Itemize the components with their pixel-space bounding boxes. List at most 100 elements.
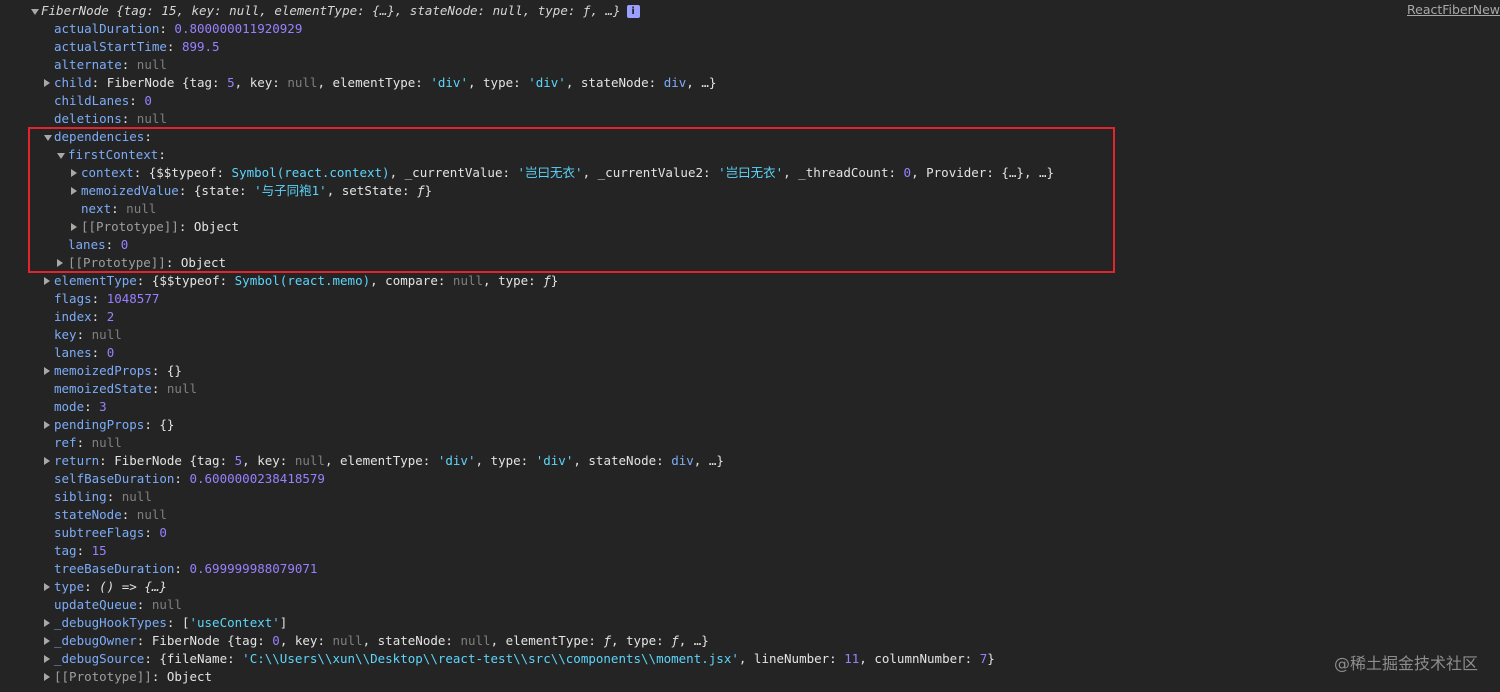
tree-row[interactable]: return: FiberNode {tag: 5, key: null, el… (0, 452, 1500, 470)
property-value: {} (159, 417, 175, 432)
row-content: actualDuration: 0.800000011920929 (54, 20, 302, 38)
tree-row[interactable]: [[Prototype]]: Object (0, 668, 1500, 686)
property-value: FiberNode {tag: (114, 453, 235, 468)
property-value: null (332, 633, 363, 648)
property-value: {$$typeof: (148, 165, 232, 180)
collapse-triangle-icon[interactable] (44, 135, 52, 141)
property-value: : (144, 417, 160, 432)
collapse-triangle-icon[interactable] (57, 153, 65, 159)
expand-triangle-icon[interactable] (44, 673, 50, 681)
expand-triangle-icon[interactable] (44, 457, 50, 465)
tree-row[interactable]: _debugHookTypes: ['useContext'] (0, 614, 1500, 632)
tree-row[interactable]: _debugOwner: FiberNode {tag: 0, key: nul… (0, 632, 1500, 650)
tree-row[interactable]: pendingProps: {} (0, 416, 1500, 434)
property-key: deletions (54, 111, 122, 126)
property-key: return (54, 453, 100, 468)
property-value: , _currentValue: (389, 165, 518, 180)
property-key: dependencies (54, 129, 145, 144)
property-key: lanes (54, 345, 92, 360)
property-value: 'C:\\Users\\xun\\Desktop\\react-test\\sr… (242, 651, 739, 666)
row-content: [[Prototype]]: Object (54, 668, 212, 686)
tree-row[interactable]: type: () => {…} (0, 578, 1500, 596)
expand-triangle-icon[interactable] (44, 79, 50, 87)
info-icon[interactable]: i (626, 5, 640, 18)
console-object-tree: FiberNode {tag: 15, key: null, elementTy… (0, 2, 1500, 686)
property-value: : (166, 615, 182, 630)
property-value: , stateNode: (362, 633, 461, 648)
tree-row[interactable]: elementType: {$$typeof: Symbol(react.mem… (0, 272, 1500, 290)
expand-triangle-icon[interactable] (44, 655, 50, 663)
property-key: sibling (54, 489, 107, 504)
property-key: _debugHookTypes (54, 615, 167, 630)
tree-row[interactable]: dependencies: (0, 128, 1500, 146)
property-key: div (663, 75, 687, 90)
tree-row[interactable]: [[Prototype]]: Object (0, 218, 1500, 236)
property-value: null (136, 111, 167, 126)
property-value: 0 (144, 93, 152, 108)
property-value: , …} (693, 453, 724, 468)
property-value: '岂曰无衣' (718, 165, 784, 180)
tree-row: sibling: null (0, 488, 1500, 506)
tree-row: deletions: null (0, 110, 1500, 128)
expand-triangle-icon[interactable] (57, 259, 63, 267)
property-value: null (121, 489, 152, 504)
tree-row[interactable]: memoizedProps: {} (0, 362, 1500, 380)
property-value: 899.5 (181, 39, 220, 54)
property-value: null (287, 75, 318, 90)
expand-triangle-icon[interactable] (71, 169, 77, 177)
property-value: : (166, 39, 182, 54)
property-key: subtreeFlags (54, 525, 145, 540)
property-key: actualDuration (54, 21, 160, 36)
property-value: , setState: (326, 183, 418, 198)
tree-row: stateNode: null (0, 506, 1500, 524)
property-value: : (91, 345, 107, 360)
expand-triangle-icon[interactable] (71, 187, 77, 195)
property-value: Object (166, 669, 213, 684)
expand-triangle-icon[interactable] (44, 637, 50, 645)
row-content: index: 2 (54, 308, 114, 326)
watermark: @稀土掘金技术社区 (1333, 654, 1478, 673)
property-key: childLanes (54, 93, 130, 108)
tree-row[interactable]: _debugSource: {fileName: 'C:\\Users\\xun… (0, 650, 1500, 668)
property-key: memoizedState (54, 381, 152, 396)
property-value: , stateNode: (565, 75, 664, 90)
row-content: dependencies: (54, 128, 152, 146)
property-value: FiberNode {tag: (151, 633, 273, 648)
property-value: , elementType: {…}, stateNode: (259, 3, 493, 18)
property-key: index (54, 309, 92, 324)
property-value: : (136, 633, 152, 648)
property-value: 0.6000000238418579 (189, 471, 325, 486)
property-value: 'div' (528, 75, 566, 90)
tree-row[interactable]: context: {$$typeof: Symbol(react.context… (0, 164, 1500, 182)
expand-triangle-icon[interactable] (44, 619, 50, 627)
collapse-triangle-icon[interactable] (31, 9, 39, 15)
tree-row[interactable]: firstContext: (0, 146, 1500, 164)
property-value: 11 (844, 651, 860, 666)
source-link[interactable]: ReactFiberNew (1407, 2, 1500, 17)
property-value: , type: (467, 75, 529, 90)
property-value: null (452, 273, 484, 288)
property-value: , type: (610, 633, 672, 648)
property-key: lanes (68, 237, 106, 252)
tree-row[interactable]: child: FiberNode {tag: 5, key: null, ele… (0, 74, 1500, 92)
tree-row[interactable]: memoizedValue: {state: '与子同袍1', setState… (0, 182, 1500, 200)
property-key: mode (54, 399, 85, 414)
expand-triangle-icon[interactable] (44, 277, 50, 285)
expand-triangle-icon[interactable] (44, 421, 50, 429)
tree-row: flags: 1048577 (0, 290, 1500, 308)
tree-row[interactable]: [[Prototype]]: Object (0, 254, 1500, 272)
property-value: , key: (279, 633, 333, 648)
expand-triangle-icon[interactable] (44, 583, 50, 591)
row-content: next: null (81, 200, 156, 218)
expand-triangle-icon[interactable] (44, 367, 50, 375)
property-key: _debugSource (54, 651, 145, 666)
property-value: : (76, 327, 92, 342)
tree-row: updateQueue: null (0, 596, 1500, 614)
tree-row[interactable]: FiberNode {tag: 15, key: null, elementTy… (0, 2, 1500, 20)
property-key: _debugOwner (54, 633, 137, 648)
row-content: child: FiberNode {tag: 5, key: null, ele… (54, 74, 716, 92)
property-value: Object (193, 219, 240, 234)
expand-triangle-icon[interactable] (71, 223, 77, 231)
property-key: flags (54, 291, 92, 306)
row-content: _debugOwner: FiberNode {tag: 0, key: nul… (54, 632, 709, 650)
